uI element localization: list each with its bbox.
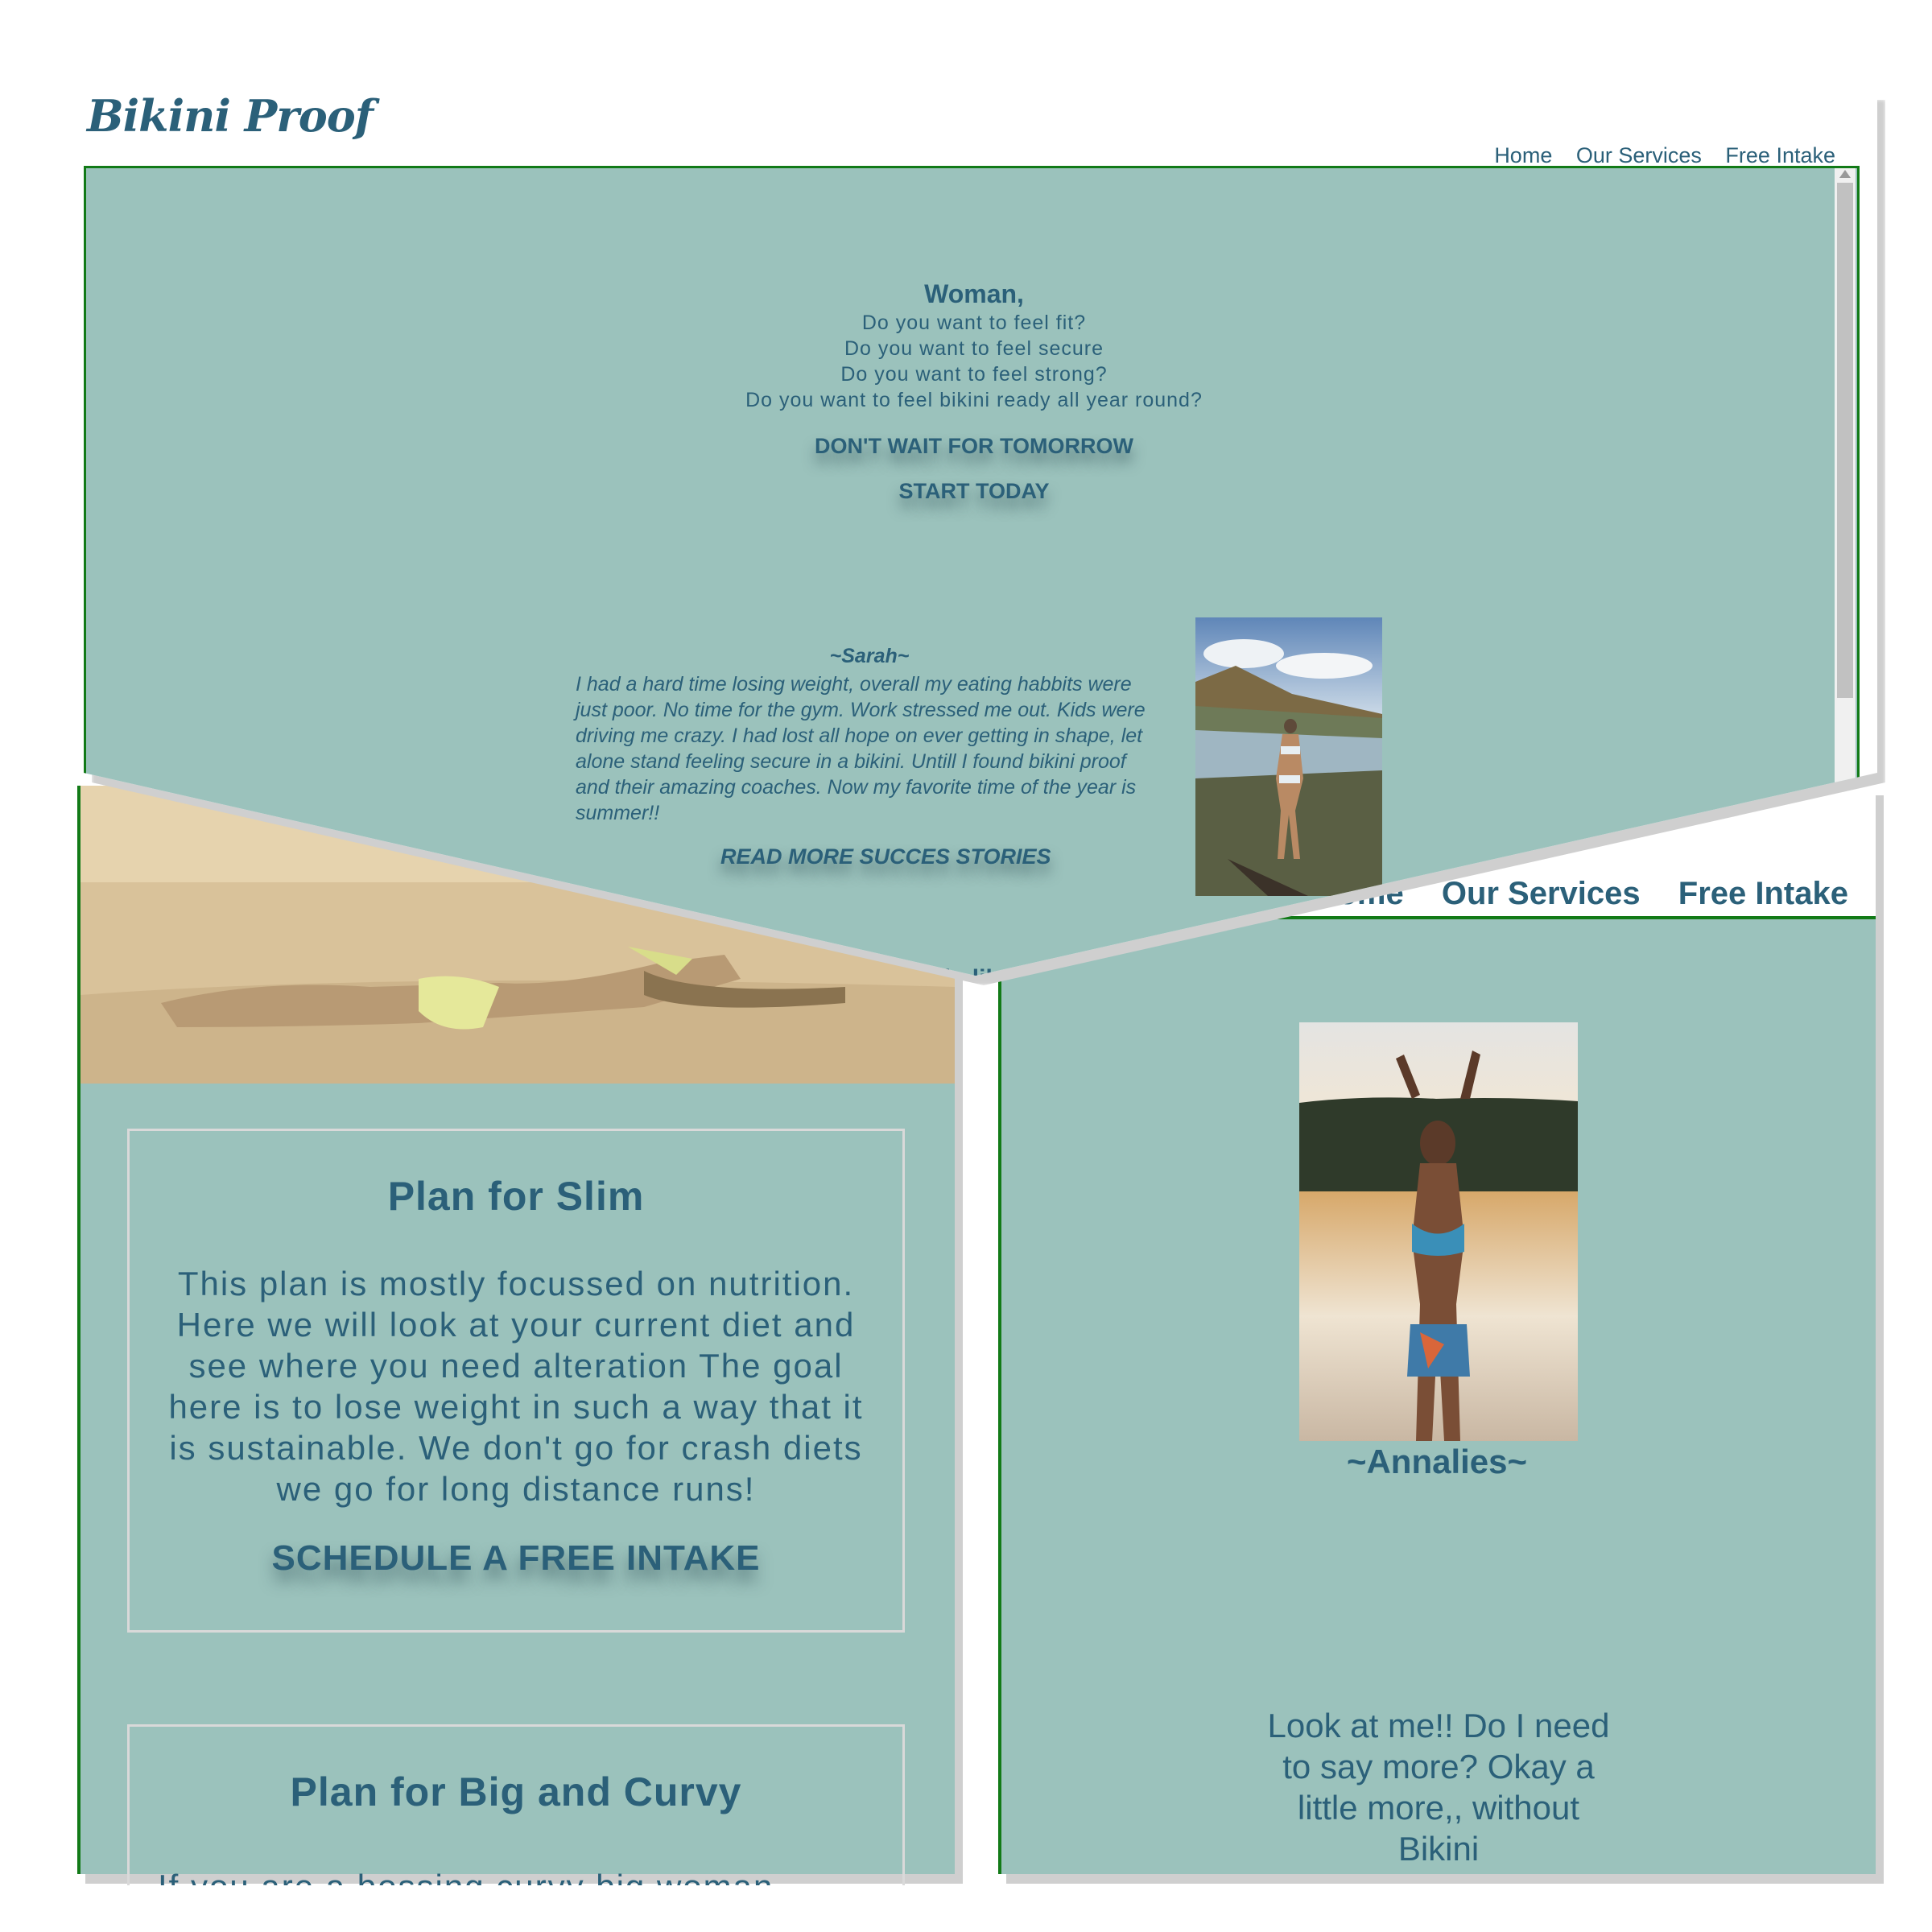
testimonial-sarah: ~Sarah~ I had a hard time losing weight,… <box>576 645 1163 826</box>
nav-services-link[interactable]: Our Services <box>1442 876 1641 911</box>
plan-title: Plan for Slim <box>387 1174 645 1219</box>
read-more-stories-link[interactable]: READ MORE SUCCES STORIES <box>720 844 1051 869</box>
scroll-up-icon[interactable] <box>1839 170 1851 178</box>
schedule-free-intake-button[interactable]: SCHEDULE A FREE INTAKE <box>130 1538 902 1579</box>
plan-title: Plan for Big and Curvy <box>290 1769 742 1814</box>
brand-logo[interactable]: Bikini Proof <box>87 90 374 142</box>
scroll-thumb[interactable] <box>1837 183 1853 698</box>
nav-free-intake-link[interactable]: Free Intake <box>1678 876 1848 911</box>
main-nav: Home Our Services Free Intake <box>1476 143 1835 168</box>
hero-question: Do you want to feel secure <box>844 337 1104 360</box>
sarah-photo <box>1195 617 1382 896</box>
site-header: Bikini Proof Home Our Services Free Inta… <box>84 90 1863 168</box>
hero-question: Do you want to feel fit? <box>861 312 1087 334</box>
plan-card-slim: Plan for Slim This plan is mostly focuss… <box>127 1129 905 1633</box>
dont-wait-button[interactable]: DON'T WAIT FOR TOMORROW <box>86 434 1862 459</box>
success-name: ~Annalies~ <box>1346 1443 1528 1480</box>
start-today-button[interactable]: START TODAY <box>86 479 1862 504</box>
hero-heading: Woman, <box>924 279 1024 308</box>
vertical-scrollbar[interactable] <box>1835 168 1856 852</box>
hero-question: Do you want to feel bikini ready all yea… <box>745 389 1203 411</box>
testimonial-text: I had a hard time losing weight, overall… <box>576 673 1146 824</box>
nav-services-link[interactable]: Our Services <box>1576 143 1702 167</box>
plan-description: If you are a bossing curvy big woman ... <box>158 1868 818 1885</box>
nav-home-link[interactable]: Home <box>1494 143 1552 167</box>
panel-border <box>998 919 1001 1874</box>
testimonial-name: ~Sarah~ <box>829 645 910 667</box>
annalies-photo <box>1299 1022 1578 1441</box>
nav-free-intake-link[interactable]: Free Intake <box>1725 143 1835 167</box>
hero-question: Do you want to feel strong? <box>840 363 1108 386</box>
success-text: Look at me!! Do I need to say more? Okay… <box>1267 1707 1610 1868</box>
plan-card-big-curvy: Plan for Big and Curvy <box>127 1724 905 1885</box>
plan-description: This plan is mostly focussed on nutritio… <box>168 1265 864 1508</box>
services-page-panel: Plan for Slim This plan is mostly focuss… <box>77 786 955 1885</box>
